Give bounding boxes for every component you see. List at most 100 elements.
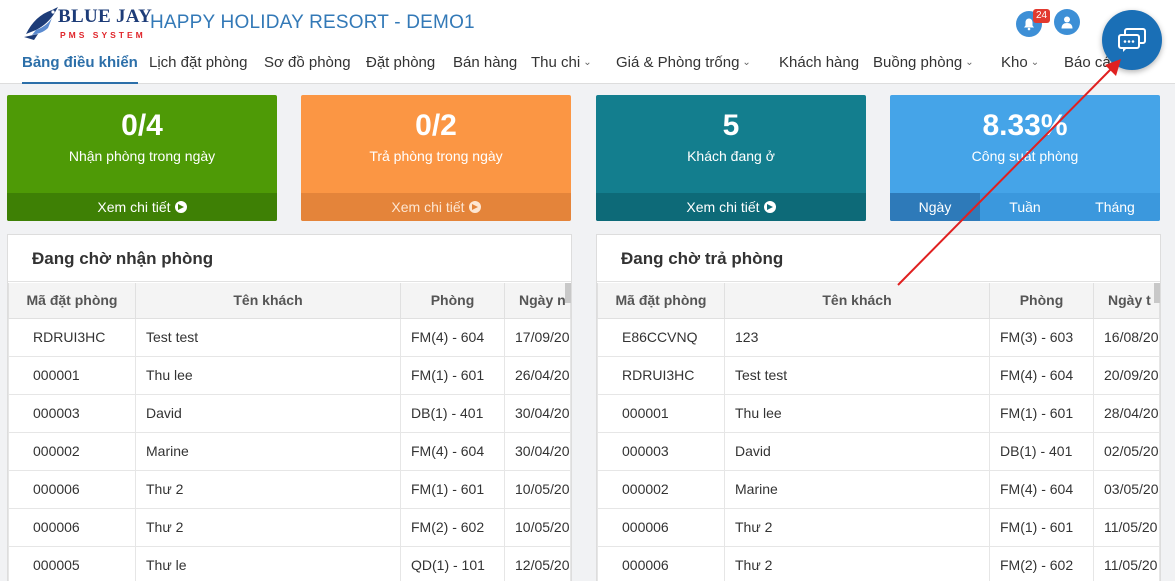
booking-code: RDRUI3HC — [597, 355, 725, 395]
guests-staying-card: 5 Khách đang ở Xem chi tiết — [596, 95, 866, 221]
nav-rates-availability[interactable]: Giá & Phòng trống ⌄ — [616, 50, 751, 84]
nav-customers[interactable]: Khách hàng — [779, 50, 859, 84]
date: 10/05/20 — [504, 469, 571, 509]
table-row[interactable]: 000006 Thư 2 FM(2) - 602 10/05/20 — [8, 507, 571, 547]
chevron-down-icon: ⌄ — [583, 57, 592, 68]
nav-income-expense-label: Thu chi — [531, 54, 581, 71]
guest-name: Thư 2 — [724, 545, 990, 581]
table-row[interactable]: 000001 Thu lee FM(1) - 601 28/04/20 — [597, 393, 1160, 433]
date: 30/04/20 — [504, 431, 571, 471]
booking-code: 000003 — [8, 393, 136, 433]
notification-count-badge: 24 — [1033, 9, 1050, 23]
checkin-today-label: Nhận phòng trong ngày — [68, 148, 216, 164]
date: 11/05/20 — [1093, 545, 1160, 581]
tab-month[interactable]: Tháng — [1070, 193, 1160, 221]
guest-name: Thư le — [135, 545, 401, 581]
checkout-today-label: Trả phòng trong ngày — [369, 148, 503, 164]
column-header[interactable]: Mã đặt phòng — [597, 283, 725, 319]
logo-subtitle: PMS SYSTEM — [60, 30, 146, 40]
date: 17/09/20 — [504, 317, 571, 357]
nav-housekeeping-label: Buồng phòng — [873, 54, 963, 71]
checkin-today-card: 0/4 Nhận phòng trong ngày Xem chi tiết — [7, 95, 277, 221]
guest-name: Thư 2 — [724, 507, 990, 547]
guest-name: Thu lee — [724, 393, 990, 433]
guest-name: Test test — [135, 317, 401, 357]
room: FM(2) - 602 — [989, 545, 1094, 581]
column-header[interactable]: Phòng — [989, 283, 1094, 319]
table-row[interactable]: 000006 Thư 2 FM(1) - 601 10/05/20 — [8, 469, 571, 509]
guest-name: Test test — [724, 355, 990, 395]
arrow-circle-right-icon — [468, 201, 481, 213]
table-row[interactable]: 000003 David DB(1) - 401 02/05/20 — [597, 431, 1160, 471]
occupancy-period-tabs: Ngày Tuần Tháng — [890, 193, 1160, 221]
column-header[interactable]: Tên khách — [135, 283, 401, 319]
nav-sales[interactable]: Bán hàng — [453, 50, 517, 84]
user-menu-button[interactable] — [1054, 9, 1080, 35]
table-row[interactable]: 000002 Marine FM(4) - 604 03/05/20 — [597, 469, 1160, 509]
room: FM(4) - 604 — [989, 355, 1094, 395]
nav-room-map[interactable]: Sơ đồ phòng — [264, 50, 351, 84]
guests-details-link[interactable]: Xem chi tiết — [596, 193, 866, 221]
column-header[interactable]: Ngày n — [504, 283, 571, 319]
room: FM(1) - 601 — [989, 507, 1094, 547]
column-header[interactable]: Tên khách — [724, 283, 990, 319]
booking-code: RDRUI3HC — [8, 317, 136, 357]
room: FM(4) - 604 — [400, 317, 505, 357]
table-row[interactable]: RDRUI3HC Test test FM(4) - 604 17/09/20 — [8, 317, 571, 357]
table-row[interactable]: 000006 Thư 2 FM(1) - 601 11/05/20 — [597, 507, 1160, 547]
nav-income-expense[interactable]: Thu chi ⌄ — [531, 50, 592, 84]
pending-checkin-panel: Đang chờ nhận phòng Mã đặt phòng Tên khá… — [7, 234, 572, 581]
table-row[interactable]: RDRUI3HC Test test FM(4) - 604 20/09/20 — [597, 355, 1160, 395]
occupancy-card: 8.33% Công suất phòng Ngày Tuần Tháng — [890, 95, 1160, 221]
column-header[interactable]: Phòng — [400, 283, 505, 319]
live-chat-button[interactable] — [1102, 10, 1162, 70]
occupancy-label: Công suất phòng — [971, 148, 1079, 164]
brand-logo[interactable]: BLUE JAY PMS SYSTEM — [22, 4, 152, 44]
room: DB(1) - 401 — [400, 393, 505, 433]
table-row[interactable]: 000001 Thu lee FM(1) - 601 26/04/20 — [8, 355, 571, 395]
table-row[interactable]: 000003 David DB(1) - 401 30/04/20 — [8, 393, 571, 433]
nav-inventory[interactable]: Kho ⌄ — [1001, 50, 1039, 84]
booking-code: 000005 — [8, 545, 136, 581]
room: FM(4) - 604 — [989, 469, 1094, 509]
guest-name: Thư 2 — [135, 469, 401, 509]
nav-housekeeping[interactable]: Buồng phòng ⌄ — [873, 50, 974, 84]
chevron-down-icon: ⌄ — [742, 57, 751, 68]
room: FM(2) - 602 — [400, 507, 505, 547]
table-row[interactable]: 000002 Marine FM(4) - 604 30/04/20 — [8, 431, 571, 471]
checkin-details-link[interactable]: Xem chi tiết — [7, 193, 277, 221]
property-title: HAPPY HOLIDAY RESORT - DEMO1 — [150, 12, 475, 33]
booking-code: 000001 — [597, 393, 725, 433]
guests-staying-label: Khách đang ở — [687, 148, 775, 164]
pending-checkin-title: Đang chờ nhận phòng — [8, 235, 571, 282]
table-row[interactable]: 000005 Thư le QD(1) - 101 12/05/20 — [8, 545, 571, 581]
column-header[interactable]: Mã đặt phòng — [8, 283, 136, 319]
room: FM(3) - 603 — [989, 317, 1094, 357]
table-row[interactable]: E86CCVNQ 123 FM(3) - 603 16/08/20 — [597, 317, 1160, 357]
checkout-today-card: 0/2 Trả phòng trong ngày Xem chi tiết — [301, 95, 571, 221]
guest-name: Marine — [724, 469, 990, 509]
pending-checkout-table: Mã đặt phòng Tên khách Phòng Ngày t E86C… — [597, 283, 1160, 581]
occupancy-value: 8.33% — [982, 109, 1068, 142]
scrollbar[interactable] — [1154, 283, 1160, 303]
date: 11/05/20 — [1093, 507, 1160, 547]
nav-reservations[interactable]: Đặt phòng — [366, 50, 435, 84]
nav-dashboard[interactable]: Bảng điều khiển — [22, 50, 138, 84]
chevron-down-icon: ⌄ — [965, 57, 974, 68]
room: FM(4) - 604 — [400, 431, 505, 471]
tab-day[interactable]: Ngày — [890, 193, 980, 221]
nav-booking-calendar[interactable]: Lịch đặt phòng — [149, 50, 247, 84]
scrollbar[interactable] — [565, 283, 571, 303]
tab-week[interactable]: Tuần — [980, 193, 1070, 221]
user-icon — [1061, 16, 1073, 29]
table-row[interactable]: 000006 Thư 2 FM(2) - 602 11/05/20 — [597, 545, 1160, 581]
guests-details-link-label: Xem chi tiết — [686, 199, 760, 215]
pending-checkout-title: Đang chờ trả phòng — [597, 235, 1160, 282]
guest-name: Thư 2 — [135, 507, 401, 547]
column-header[interactable]: Ngày t — [1093, 283, 1160, 319]
logo-name: BLUE JAY — [58, 6, 153, 27]
booking-code: 000006 — [597, 507, 725, 547]
pending-checkout-panel: Đang chờ trả phòng Mã đặt phòng Tên khác… — [596, 234, 1161, 581]
pending-checkin-table: Mã đặt phòng Tên khách Phòng Ngày n RDRU… — [8, 283, 571, 581]
checkout-details-link[interactable]: Xem chi tiết — [301, 193, 571, 221]
